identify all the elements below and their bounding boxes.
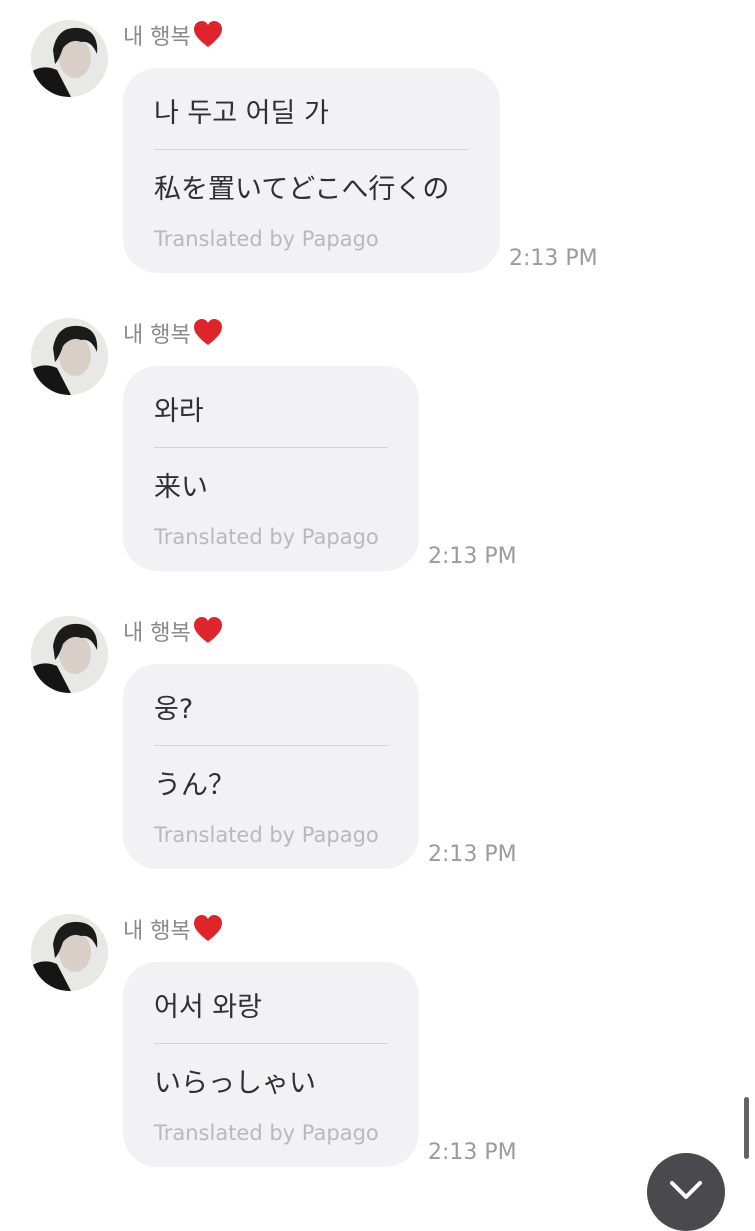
avatar-photo — [31, 914, 108, 991]
translation-credit: Translated by Papago — [154, 823, 379, 847]
sender-name-text: 내 행복 — [123, 621, 191, 646]
divider — [154, 745, 388, 746]
translation-credit: Translated by Papago — [154, 227, 379, 251]
translated-text: 来い — [154, 472, 208, 503]
original-text: 와라 — [154, 396, 204, 427]
sender-name: 내 행복 — [123, 616, 223, 651]
sender-name: 내 행복 — [123, 914, 223, 949]
chevron-down-icon — [670, 1181, 702, 1199]
scrollbar[interactable] — [744, 1097, 749, 1159]
scroll-to-bottom-button[interactable] — [647, 1153, 725, 1231]
heart-icon — [193, 617, 222, 643]
message-bubble[interactable]: 나 두고 어딜 가 私を置いてどこへ行くの Translated by Papa… — [123, 68, 500, 273]
avatar-photo — [31, 318, 108, 395]
avatar[interactable] — [31, 318, 108, 395]
original-text: 나 두고 어딜 가 — [154, 98, 329, 129]
translated-text: いらっしゃい — [154, 1068, 316, 1099]
avatar[interactable] — [31, 616, 108, 693]
avatar-photo — [31, 20, 108, 97]
sender-name-text: 내 행복 — [123, 25, 191, 50]
avatar[interactable] — [31, 20, 108, 97]
sender-name: 내 행복 — [123, 318, 223, 353]
timestamp: 2:13 PM — [509, 246, 598, 271]
divider — [154, 447, 388, 448]
translated-text: うん？ — [154, 770, 235, 801]
sender-name-text: 내 행복 — [123, 323, 191, 348]
timestamp: 2:13 PM — [428, 1140, 517, 1165]
timestamp: 2:13 PM — [428, 544, 517, 569]
heart-icon — [193, 915, 222, 941]
message-bubble[interactable]: 웅? うん？ Translated by Papago — [123, 664, 419, 869]
message-bubble[interactable]: 어서 와랑 いらっしゃい Translated by Papago — [123, 962, 419, 1167]
divider — [154, 149, 469, 150]
heart-icon — [193, 21, 222, 47]
avatar[interactable] — [31, 914, 108, 991]
translated-text: 私を置いてどこへ行くの — [154, 174, 450, 205]
heart-icon — [193, 319, 222, 345]
original-text: 웅? — [154, 694, 194, 725]
translation-credit: Translated by Papago — [154, 525, 379, 549]
timestamp: 2:13 PM — [428, 842, 517, 867]
original-text: 어서 와랑 — [154, 992, 262, 1023]
translation-credit: Translated by Papago — [154, 1121, 379, 1145]
divider — [154, 1043, 388, 1044]
sender-name-text: 내 행복 — [123, 919, 191, 944]
avatar-photo — [31, 616, 108, 693]
message-bubble[interactable]: 와라 来い Translated by Papago — [123, 366, 419, 571]
sender-name: 내 행복 — [123, 20, 223, 55]
